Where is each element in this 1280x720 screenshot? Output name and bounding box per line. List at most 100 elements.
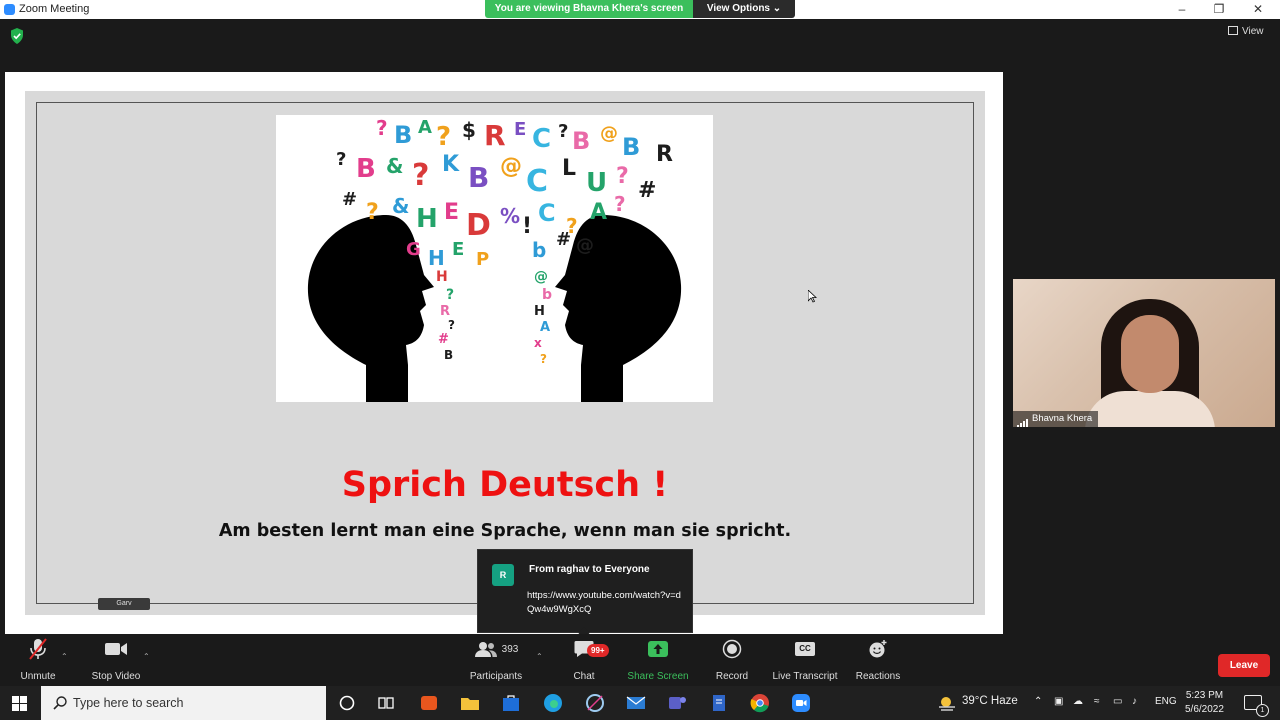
svg-text:L: L [562, 156, 576, 181]
participant-name: Bhavna Khera [1032, 413, 1093, 424]
window-title: Zoom Meeting [19, 3, 90, 15]
svg-text:H: H [416, 204, 438, 234]
svg-text:?: ? [376, 116, 388, 140]
input-language[interactable]: ENG [1155, 696, 1177, 707]
live-transcript-label: Live Transcript [772, 671, 838, 682]
svg-text:B: B [622, 133, 640, 161]
microsoft-store-icon[interactable] [500, 692, 522, 714]
chat-message-text[interactable]: https://www.youtube.com/watch?v=dQw4w9Wg… [527, 589, 687, 617]
battery-icon[interactable]: ▭ [1113, 696, 1122, 707]
view-options-button[interactable]: View Options ⌄ [693, 0, 795, 18]
minimize-icon[interactable]: – [1164, 1, 1200, 18]
svg-text:!: ! [522, 214, 532, 239]
video-name-label: Bhavna Khera [1013, 411, 1099, 427]
slide-illustration: ? B A ? $ R E C ? B @ B R ? B & ? K B @ … [276, 115, 713, 402]
record-icon [722, 639, 742, 659]
record-label: Record [715, 671, 749, 682]
zoom-taskbar-icon[interactable] [790, 692, 812, 714]
svg-text:&: & [392, 194, 409, 218]
participants-button[interactable]: 393 Participants [462, 634, 530, 686]
svg-text:B: B [468, 161, 489, 194]
svg-text:C: C [538, 199, 556, 227]
stop-video-label: Stop Video [91, 671, 141, 682]
windows-taskbar: Type here to search 39°C Haze ⌃ ▣ ☁ ≈ ▭ … [0, 686, 1280, 720]
svg-text:A: A [418, 117, 432, 138]
office-app-icon[interactable] [418, 692, 440, 714]
taskbar-clock[interactable]: 5:23 PM 5/6/2022 [1185, 689, 1224, 717]
video-camera-icon [105, 643, 127, 655]
closed-caption-icon: CC [795, 642, 815, 656]
svg-text:?: ? [614, 192, 626, 216]
svg-text:@: @ [576, 235, 594, 256]
teams-icon[interactable] [666, 692, 688, 714]
unmute-button[interactable]: Unmute [12, 634, 64, 686]
participants-label: Participants [469, 671, 523, 682]
svg-text:#: # [556, 229, 571, 250]
document-app-icon[interactable] [708, 692, 730, 714]
svg-text:?: ? [366, 200, 379, 225]
close-icon[interactable]: ✕ [1240, 1, 1276, 18]
taskbar-search-box[interactable]: Type here to search [41, 686, 326, 720]
record-button[interactable]: Record [708, 634, 756, 686]
svg-text:?: ? [616, 164, 629, 189]
share-screen-label: Share Screen [627, 671, 689, 682]
reactions-button[interactable]: Reactions [850, 634, 906, 686]
file-explorer-icon[interactable] [459, 692, 481, 714]
svg-text:R: R [656, 142, 673, 167]
cortana-icon[interactable] [336, 692, 358, 714]
volume-speaker-icon[interactable]: ♪ [1132, 696, 1137, 707]
reactions-label: Reactions [855, 671, 901, 682]
encryption-shield-icon[interactable] [10, 28, 24, 44]
chat-unread-badge: 99+ [587, 644, 609, 657]
svg-text:A: A [540, 320, 550, 335]
participants-caret-icon[interactable]: ⌃ [536, 652, 543, 661]
svg-text:H: H [428, 246, 445, 270]
svg-text:E: E [444, 200, 459, 225]
svg-text:P: P [476, 249, 489, 270]
svg-text:#: # [638, 178, 656, 203]
weather-text[interactable]: 39°C Haze [962, 695, 1018, 707]
svg-text:?: ? [540, 352, 547, 366]
leave-meeting-button[interactable]: Leave [1218, 654, 1270, 677]
chrome-browser-icon[interactable] [749, 692, 771, 714]
svg-text:@: @ [500, 154, 522, 179]
onedrive-cloud-icon[interactable]: ☁ [1073, 696, 1083, 707]
participant-video-tile[interactable]: Bhavna Khera [1013, 279, 1275, 427]
participants-icon [474, 642, 497, 657]
mail-icon[interactable] [625, 692, 647, 714]
chat-notification-popup[interactable]: R From raghav to Everyone https://www.yo… [477, 549, 693, 639]
svg-text:R: R [440, 304, 450, 319]
show-hidden-icons-icon[interactable]: ⌃ [1034, 696, 1042, 707]
chat-button[interactable]: Chat [562, 634, 606, 686]
network-wifi-icon[interactable]: ≈ [1094, 696, 1100, 707]
slide-title: Sprich Deutsch ! [341, 465, 669, 505]
live-transcript-button[interactable]: CC Live Transcript [768, 634, 842, 686]
view-layout-button[interactable]: View [1228, 26, 1264, 37]
svg-text:B: B [572, 127, 590, 155]
svg-text:A: A [590, 200, 607, 225]
meeting-toolbar: Unmute ⌃ Stop Video ⌃ 393 Participants ⌃ [0, 634, 1280, 686]
task-view-icon[interactable] [375, 692, 397, 714]
edge-browser-icon[interactable] [542, 692, 564, 714]
restore-icon[interactable]: ❐ [1201, 1, 1237, 18]
windows-start-icon[interactable] [12, 696, 27, 711]
zoom-tray-icon[interactable]: ▣ [1054, 696, 1063, 707]
stop-video-button[interactable]: Stop Video [86, 634, 146, 686]
zoom-app-icon [4, 4, 15, 15]
presentation-slide: ? B A ? $ R E C ? B @ B R ? B & ? K B @ … [25, 91, 985, 615]
snipping-tool-icon[interactable] [584, 692, 606, 714]
clock-time: 5:23 PM [1185, 690, 1224, 701]
chat-sender-avatar: R [492, 564, 514, 586]
svg-text:@: @ [600, 123, 618, 144]
share-screen-button[interactable]: Share Screen [624, 634, 692, 686]
video-options-caret-icon[interactable]: ⌃ [143, 652, 150, 661]
svg-text:#: # [438, 332, 449, 347]
svg-text:b: b [542, 287, 552, 303]
notification-count-badge: 1 [1256, 704, 1269, 717]
chat-sender-line: From raghav to Everyone [529, 564, 650, 575]
audio-options-caret-icon[interactable]: ⌃ [61, 652, 68, 661]
svg-text:E: E [452, 239, 464, 260]
weather-haze-icon[interactable] [936, 692, 958, 714]
svg-text:?: ? [336, 149, 346, 170]
view-label: View [1242, 26, 1264, 37]
